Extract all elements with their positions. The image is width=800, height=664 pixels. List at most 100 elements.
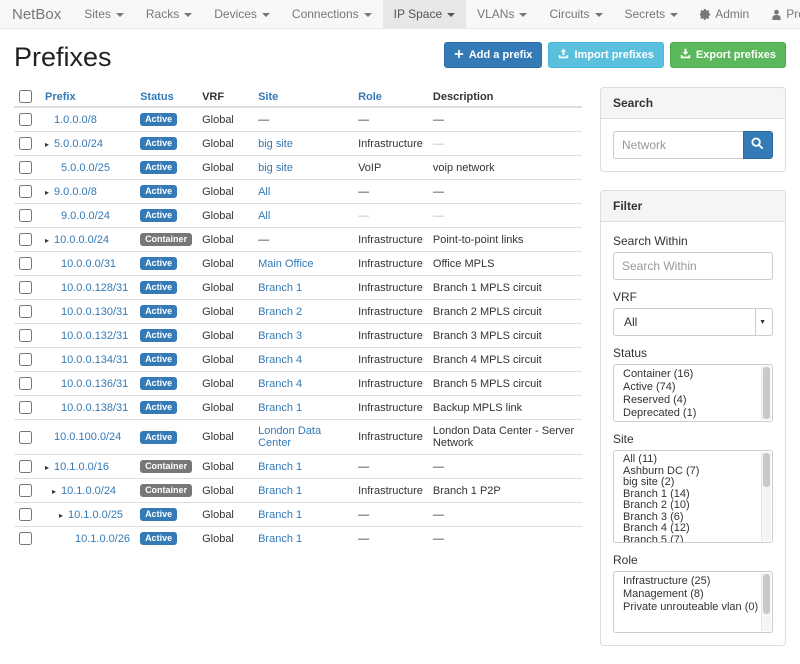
site-link[interactable]: All bbox=[258, 210, 270, 222]
nav-item-sites[interactable]: Sites bbox=[73, 0, 135, 28]
search-input[interactable] bbox=[613, 131, 743, 159]
row-checkbox[interactable] bbox=[19, 257, 32, 270]
row-checkbox[interactable] bbox=[19, 233, 32, 246]
row-checkbox[interactable] bbox=[19, 113, 32, 126]
prefix-link[interactable]: 10.1.0.0/24 bbox=[61, 485, 116, 497]
nav-item-admin[interactable]: Admin bbox=[689, 0, 760, 28]
nav-item-ip-space[interactable]: IP Space bbox=[383, 0, 466, 28]
user-icon bbox=[771, 9, 782, 20]
row-checkbox[interactable] bbox=[19, 209, 32, 222]
nav-item-secrets[interactable]: Secrets bbox=[614, 0, 690, 28]
prefix-link[interactable]: 10.1.0.0/16 bbox=[54, 461, 109, 473]
site-link[interactable]: All bbox=[258, 186, 270, 198]
search-within-input[interactable] bbox=[613, 252, 773, 280]
prefix-link[interactable]: 9.0.0.0/8 bbox=[54, 186, 97, 198]
filter-option[interactable]: Management (8) bbox=[614, 588, 760, 601]
scrollbar-track[interactable] bbox=[761, 452, 771, 541]
prefix-link[interactable]: 10.0.0.130/31 bbox=[61, 306, 128, 318]
add-a-prefix-button[interactable]: Add a prefix bbox=[444, 42, 543, 68]
nav-item-devices[interactable]: Devices bbox=[203, 0, 281, 28]
row-checkbox[interactable] bbox=[19, 329, 32, 342]
row-checkbox[interactable] bbox=[19, 532, 32, 545]
prefix-link[interactable]: 1.0.0.0/8 bbox=[54, 114, 97, 126]
scrollbar-track[interactable] bbox=[761, 366, 771, 420]
site-link[interactable]: London Data Center bbox=[258, 425, 321, 449]
filter-option[interactable]: All (11) bbox=[614, 454, 760, 466]
row-checkbox[interactable] bbox=[19, 281, 32, 294]
site-link[interactable]: Branch 1 bbox=[258, 282, 302, 294]
brand-link[interactable]: NetBox bbox=[6, 0, 73, 28]
row-checkbox[interactable] bbox=[19, 161, 32, 174]
site-link[interactable]: Branch 2 bbox=[258, 306, 302, 318]
filter-option[interactable]: Branch 2 (10) bbox=[614, 500, 760, 512]
prefix-link[interactable]: 5.0.0.0/24 bbox=[54, 138, 103, 150]
row-checkbox[interactable] bbox=[19, 305, 32, 318]
site-link[interactable]: Branch 1 bbox=[258, 402, 302, 414]
site-link[interactable]: Branch 4 bbox=[258, 378, 302, 390]
select-all-checkbox[interactable] bbox=[19, 90, 32, 103]
prefix-link[interactable]: 10.1.0.0/26 bbox=[75, 533, 130, 545]
nav-item-label: Sites bbox=[84, 7, 111, 21]
prefix-link[interactable]: 10.0.0.0/24 bbox=[54, 234, 109, 246]
filter-option[interactable]: Reserved (4) bbox=[614, 394, 760, 407]
filter-option[interactable]: Infrastructure (25) bbox=[614, 575, 760, 588]
filter-option[interactable]: Active (74) bbox=[614, 381, 760, 394]
prefix-link[interactable]: 10.0.0.128/31 bbox=[61, 282, 128, 294]
row-checkbox[interactable] bbox=[19, 431, 32, 444]
vrf-select[interactable]: All ▼ bbox=[613, 308, 773, 336]
row-checkbox[interactable] bbox=[19, 460, 32, 473]
prefix-link[interactable]: 5.0.0.0/25 bbox=[61, 162, 110, 174]
site-link[interactable]: Branch 1 bbox=[258, 509, 302, 521]
nav-item-connections[interactable]: Connections bbox=[281, 0, 383, 28]
search-button[interactable] bbox=[743, 131, 773, 159]
site-link[interactable]: Branch 4 bbox=[258, 354, 302, 366]
row-checkbox[interactable] bbox=[19, 508, 32, 521]
export-prefixes-button[interactable]: Export prefixes bbox=[670, 42, 786, 68]
site-cell: Branch 1 bbox=[253, 396, 353, 420]
site-link[interactable]: Branch 1 bbox=[258, 485, 302, 497]
nav-item-label: Secrets bbox=[625, 7, 666, 21]
site-link[interactable]: big site bbox=[258, 138, 293, 150]
import-prefixes-button[interactable]: Import prefixes bbox=[548, 42, 663, 68]
scrollbar-thumb[interactable] bbox=[763, 453, 770, 487]
site-link[interactable]: Branch 1 bbox=[258, 461, 302, 473]
prefix-link[interactable]: 10.0.0.0/31 bbox=[61, 258, 116, 270]
prefix-link[interactable]: 10.0.0.138/31 bbox=[61, 402, 128, 414]
scrollbar-thumb[interactable] bbox=[763, 367, 770, 419]
row-checkbox[interactable] bbox=[19, 401, 32, 414]
nav-item-circuits[interactable]: Circuits bbox=[538, 0, 613, 28]
prefix-link[interactable]: 10.0.0.134/31 bbox=[61, 354, 128, 366]
filter-option[interactable]: Branch 3 (6) bbox=[614, 512, 760, 524]
nav-item-vlans[interactable]: VLANs bbox=[466, 0, 538, 28]
scrollbar-thumb[interactable] bbox=[763, 574, 770, 614]
filter-option[interactable]: Deprecated (1) bbox=[614, 407, 760, 420]
column-header-status[interactable]: Status bbox=[135, 87, 197, 107]
filter-option[interactable]: Branch 5 (7) bbox=[614, 535, 760, 544]
site-link[interactable]: Main Office bbox=[258, 258, 313, 270]
column-header-prefix[interactable]: Prefix bbox=[40, 87, 135, 107]
prefix-link[interactable]: 10.1.0.0/25 bbox=[68, 509, 123, 521]
filter-option[interactable]: Branch 4 (12) bbox=[614, 523, 760, 535]
scrollbar-track[interactable] bbox=[761, 573, 771, 631]
filter-option[interactable]: Private unrouteable vlan (0) bbox=[614, 601, 760, 614]
filter-option[interactable]: Container (16) bbox=[614, 368, 760, 381]
column-header-site[interactable]: Site bbox=[253, 87, 353, 107]
prefix-link[interactable]: 10.0.0.136/31 bbox=[61, 378, 128, 390]
filter-option[interactable]: big site (2) bbox=[614, 477, 760, 489]
site-link[interactable]: big site bbox=[258, 162, 293, 174]
table-row: 5.0.0.0/25ActiveGlobalbig siteVoIPvoip n… bbox=[14, 156, 582, 180]
nav-item-racks[interactable]: Racks bbox=[135, 0, 203, 28]
row-checkbox[interactable] bbox=[19, 137, 32, 150]
row-checkbox[interactable] bbox=[19, 185, 32, 198]
row-checkbox[interactable] bbox=[19, 377, 32, 390]
site-link[interactable]: Branch 3 bbox=[258, 330, 302, 342]
prefix-link[interactable]: 10.0.100.0/24 bbox=[54, 431, 121, 443]
column-header-role[interactable]: Role bbox=[353, 87, 428, 107]
nav-item-profile[interactable]: Profile bbox=[760, 0, 800, 28]
expand-icon: ▸ bbox=[52, 487, 61, 496]
site-link[interactable]: Branch 1 bbox=[258, 533, 302, 545]
prefix-link[interactable]: 10.0.0.132/31 bbox=[61, 330, 128, 342]
row-checkbox[interactable] bbox=[19, 484, 32, 497]
row-checkbox[interactable] bbox=[19, 353, 32, 366]
prefix-link[interactable]: 9.0.0.0/24 bbox=[61, 210, 110, 222]
